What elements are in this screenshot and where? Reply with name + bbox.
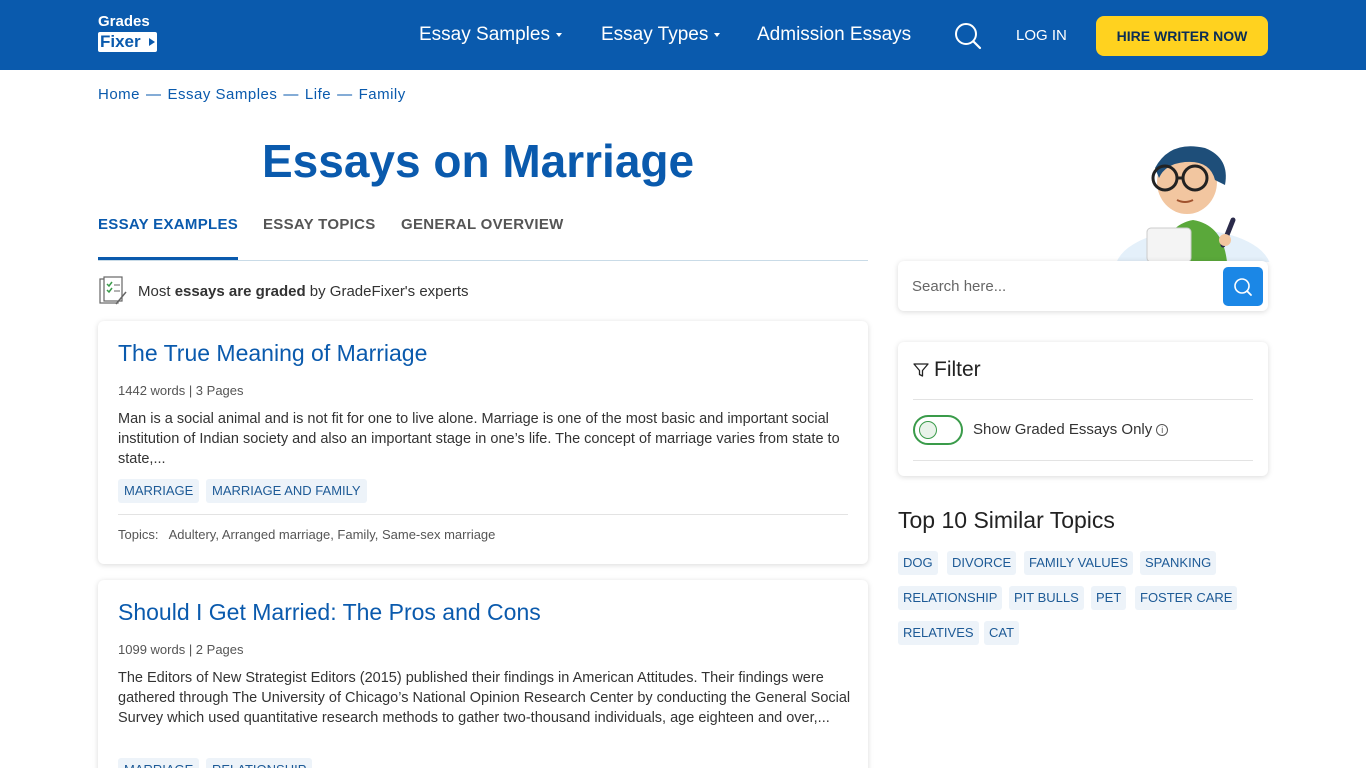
tab-essay-examples[interactable]: ESSAY EXAMPLES — [98, 216, 239, 260]
tab-general-overview[interactable]: GENERAL OVERVIEW — [401, 216, 564, 260]
nav-essay-types[interactable]: Essay Types — [601, 22, 721, 48]
mascot-illustration — [1116, 146, 1270, 262]
nav-admission-essays-label: Admission Essays — [757, 24, 912, 45]
essay-meta: 1099 words | 2 Pages — [118, 642, 244, 657]
search-input[interactable] — [912, 271, 1212, 301]
login-link[interactable]: LOG IN — [1016, 27, 1067, 44]
breadcrumb-essay-samples[interactable]: Essay Samples — [168, 86, 278, 103]
essay-excerpt: Man is a social animal and is not fit fo… — [118, 411, 840, 467]
graded-only-label: Show Graded Essays Only i — [973, 421, 1169, 438]
search-icon[interactable] — [954, 22, 982, 50]
gradesfixer-logo[interactable]: Grades Fixer — [98, 13, 180, 53]
sidebar-search — [898, 261, 1268, 311]
info-icon[interactable]: i — [1156, 424, 1169, 437]
nav-essay-samples-label: Essay Samples — [419, 24, 550, 45]
essay-tag[interactable]: MARRIAGE — [118, 479, 200, 503]
essay-card[interactable]: Should I Get Married: The Pros and Cons … — [98, 580, 868, 768]
chevron-down-icon — [555, 32, 562, 37]
similar-topic-tag[interactable]: RELATIVES — [898, 621, 979, 645]
similar-topic-tag[interactable]: RELATIONSHIP — [898, 586, 1003, 610]
essay-topics: Topics: Adultery, Arranged marriage, Fam… — [118, 527, 495, 542]
filter-divider — [913, 399, 1253, 400]
similar-topics-title: Top 10 Similar Topics — [898, 507, 1115, 533]
topics-label: Topics: — [118, 527, 159, 542]
essay-tag[interactable]: MARRIAGE AND FAMILY — [206, 479, 367, 503]
chevron-down-icon — [714, 32, 721, 37]
card-divider — [118, 514, 848, 515]
filter-icon — [913, 363, 929, 377]
content-tabs: ESSAY EXAMPLES ESSAY TOPICS GENERAL OVER… — [98, 216, 868, 261]
filter-divider — [913, 460, 1253, 461]
filter-panel: Filter Show Graded Essays Only i — [898, 342, 1268, 476]
search-button[interactable] — [1223, 267, 1263, 306]
graded-note-post: by GradeFixer's experts — [305, 283, 469, 300]
hire-writer-button[interactable]: HIRE WRITER NOW — [1096, 16, 1268, 56]
breadcrumb-separator: — — [146, 86, 162, 103]
essay-excerpt: The Editors of New Strategist Editors (2… — [118, 670, 851, 726]
breadcrumb-home[interactable]: Home — [98, 86, 140, 103]
page-title: Essays on Marriage — [262, 135, 695, 187]
nav-admission-essays[interactable]: Admission Essays — [757, 22, 911, 48]
similar-topic-tag[interactable]: DIVORCE — [947, 551, 1017, 575]
similar-topic-tag[interactable]: PET — [1091, 586, 1127, 610]
topics-list: Adultery, Arranged marriage, Family, Sam… — [168, 527, 496, 542]
graded-note-pre: Most — [138, 283, 175, 300]
essay-title[interactable]: The True Meaning of Marriage — [118, 340, 427, 367]
filter-title: Filter — [934, 358, 981, 381]
similar-topic-tag[interactable]: SPANKING — [1140, 551, 1217, 575]
top-header: Grades Fixer Essay Samples Essay Types A… — [0, 0, 1366, 70]
essay-tag[interactable]: RELATIONSHIP — [206, 758, 313, 768]
toggle-knob — [919, 421, 937, 439]
logo-text-top: Grades — [98, 13, 150, 30]
nav-essay-samples[interactable]: Essay Samples — [419, 22, 562, 48]
essay-card[interactable]: The True Meaning of Marriage 1442 words … — [98, 321, 868, 564]
graded-only-label-text: Show Graded Essays Only — [973, 421, 1153, 438]
search-icon — [1234, 278, 1252, 296]
breadcrumb-family[interactable]: Family — [359, 86, 406, 103]
similar-topic-tag[interactable]: FAMILY VALUES — [1024, 551, 1133, 575]
essay-meta: 1442 words | 3 Pages — [118, 383, 244, 398]
graded-only-toggle[interactable] — [913, 415, 963, 445]
tab-essay-topics[interactable]: ESSAY TOPICS — [263, 216, 376, 260]
breadcrumb-separator: — — [337, 86, 353, 103]
similar-topic-tag[interactable]: FOSTER CARE — [1135, 586, 1238, 610]
logo-text-bottom: Fixer — [98, 32, 157, 52]
similar-topic-tag[interactable]: PIT BULLS — [1009, 586, 1084, 610]
graded-note-text: Most essays are graded by GradeFixer's e… — [138, 283, 469, 300]
graded-note-bold: essays are graded — [174, 283, 306, 300]
breadcrumb-separator: — — [283, 86, 299, 103]
breadcrumb-life[interactable]: Life — [305, 86, 331, 103]
essay-title[interactable]: Should I Get Married: The Pros and Cons — [118, 599, 541, 626]
nav-essay-types-label: Essay Types — [601, 24, 709, 45]
graded-document-icon — [99, 276, 127, 305]
essay-tag[interactable]: MARRIAGE — [118, 758, 200, 768]
breadcrumb: Home — Essay Samples — Life — Family — [98, 86, 406, 103]
similar-topic-tag[interactable]: DOG — [898, 551, 938, 575]
similar-topic-tag[interactable]: CAT — [984, 621, 1020, 645]
